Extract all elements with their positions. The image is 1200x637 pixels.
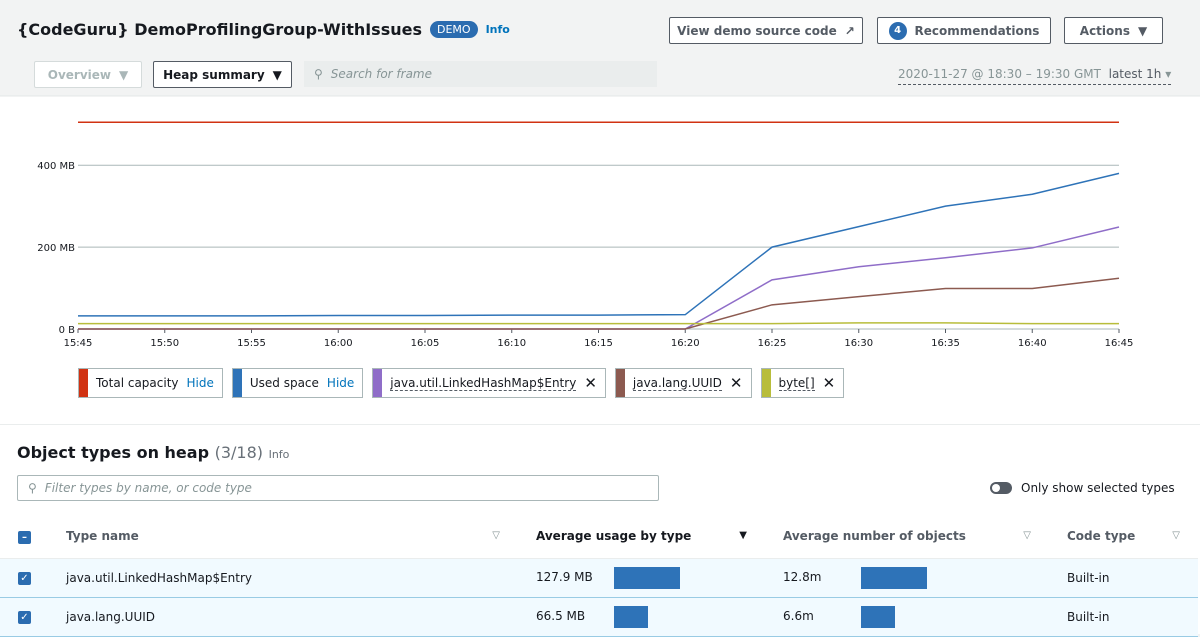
sort-icon: ▽ [492, 530, 500, 541]
caret-down-icon: ▼ [272, 67, 282, 82]
page-title: {CodeGuru} DemoProfilingGroup-WithIssues… [17, 20, 510, 39]
caret-down-icon: ▼ [1137, 23, 1148, 38]
usage-bar [614, 566, 680, 589]
series-line-used-space [78, 172, 1120, 317]
section-title: Object types on heap (3/18) Info [17, 443, 290, 462]
x-tick-label: 15:45 [64, 338, 93, 349]
info-link[interactable]: Info [269, 448, 290, 461]
col-code-type[interactable]: Code type ▽ [1049, 515, 1198, 559]
y-tick-label: 400 MB [37, 161, 75, 172]
hide-used-space-link[interactable]: Hide [327, 376, 362, 390]
legend-linkedhashmap-entry: java.util.LinkedHashMap$Entry ✕ [372, 368, 606, 398]
heap-line-chart: 0 B 200 MB 400 MB 15:45 15:50 15:55 16:00 16:05… [37, 121, 1134, 349]
x-tick-label: 16:40 [1018, 338, 1047, 349]
x-tick-label: 15:55 [237, 338, 266, 349]
table-row[interactable]: ✓ java.util.LinkedHashMap$Entry 127.9 MB… [0, 557, 1198, 598]
info-link[interactable]: Info [486, 23, 510, 36]
hide-total-capacity-link[interactable]: Hide [187, 376, 222, 390]
only-selected-toggle[interactable]: Only show selected types [990, 481, 1175, 495]
legend-byte-array: byte[] ✕ [760, 368, 845, 398]
sort-desc-icon: ▼ [739, 530, 747, 541]
actions-button[interactable]: Actions ▼ [1064, 17, 1163, 44]
external-link-icon: ↗ [844, 23, 855, 38]
x-tick-label: 16:35 [931, 338, 960, 349]
x-tick-label: 16:05 [411, 338, 440, 349]
col-average-usage[interactable]: Average usage by type ▼ [518, 515, 765, 559]
filter-types-input[interactable]: ⚲ Filter types by name, or code type [17, 475, 659, 501]
remove-icon[interactable]: ✕ [730, 374, 751, 392]
legend-used-space: Used space Hide [231, 368, 364, 398]
x-tick-label: 16:10 [497, 338, 526, 349]
remove-icon[interactable]: ✕ [584, 374, 605, 392]
caret-down-icon: ▼ [119, 67, 129, 82]
legend-uuid: java.lang.UUID ✕ [614, 368, 752, 398]
recommendations-button[interactable]: 4 Recommendations [877, 17, 1051, 44]
y-tick-label: 200 MB [37, 243, 75, 254]
time-range-selector[interactable]: 2020-11-27 @ 18:30 – 19:30 GMT latest 1h… [898, 67, 1172, 85]
y-tick-label: 0 B [59, 325, 76, 336]
remove-icon[interactable]: ✕ [823, 374, 844, 392]
x-tick-label: 16:20 [671, 338, 700, 349]
row-checkbox[interactable]: ✓ [18, 611, 31, 624]
table-row[interactable]: ✓ java.lang.UUID 66.5 MB 6.6m Built-in [0, 596, 1198, 637]
sort-icon: ▽ [1172, 530, 1180, 541]
frame-search-input[interactable]: ⚲ Search for frame [304, 61, 657, 87]
series-line-byte- [78, 322, 1119, 325]
series-line-java-lang-uuid [78, 277, 1120, 330]
heap-summary-dropdown[interactable]: Heap summary ▼ [153, 61, 292, 88]
col-type-name[interactable]: Type name ▽ [48, 515, 518, 559]
recommendations-count: 4 [888, 21, 907, 40]
x-tick-label: 16:00 [324, 338, 353, 349]
page-header: {CodeGuru} DemoProfilingGroup-WithIssues… [0, 0, 1200, 96]
search-icon: ⚲ [28, 481, 37, 495]
object-types-table: – Type name ▽ Average usage by type ▼ Aver… [0, 515, 1198, 637]
usage-bar [614, 605, 648, 628]
x-tick-label: 15:50 [150, 338, 179, 349]
select-all-checkbox[interactable]: – [0, 515, 48, 559]
series-line-java-util-linkedhashmap-entry [78, 226, 1120, 330]
x-tick-label: 16:30 [844, 338, 873, 349]
chart-legend: Total capacity Hide Used space Hide java.u… [78, 368, 845, 398]
x-tick-label: 16:15 [584, 338, 613, 349]
objects-bar [861, 605, 895, 628]
overview-dropdown[interactable]: Overview ▼ [34, 61, 142, 88]
demo-badge: DEMO [430, 21, 478, 38]
legend-total-capacity: Total capacity Hide [78, 368, 223, 398]
col-average-objects[interactable]: Average number of objects ▽ [765, 515, 1049, 559]
view-source-button[interactable]: View demo source code ↗ [669, 17, 863, 44]
toggle-switch[interactable] [990, 482, 1012, 494]
object-types-section: Object types on heap (3/18) Info ⚲ Filter… [0, 424, 1200, 637]
sort-icon: ▽ [1023, 530, 1031, 541]
search-icon: ⚲ [314, 67, 323, 81]
row-checkbox[interactable]: ✓ [18, 572, 31, 585]
objects-bar [861, 566, 927, 589]
x-tick-label: 16:25 [758, 338, 787, 349]
x-tick-label: 16:45 [1105, 338, 1134, 349]
